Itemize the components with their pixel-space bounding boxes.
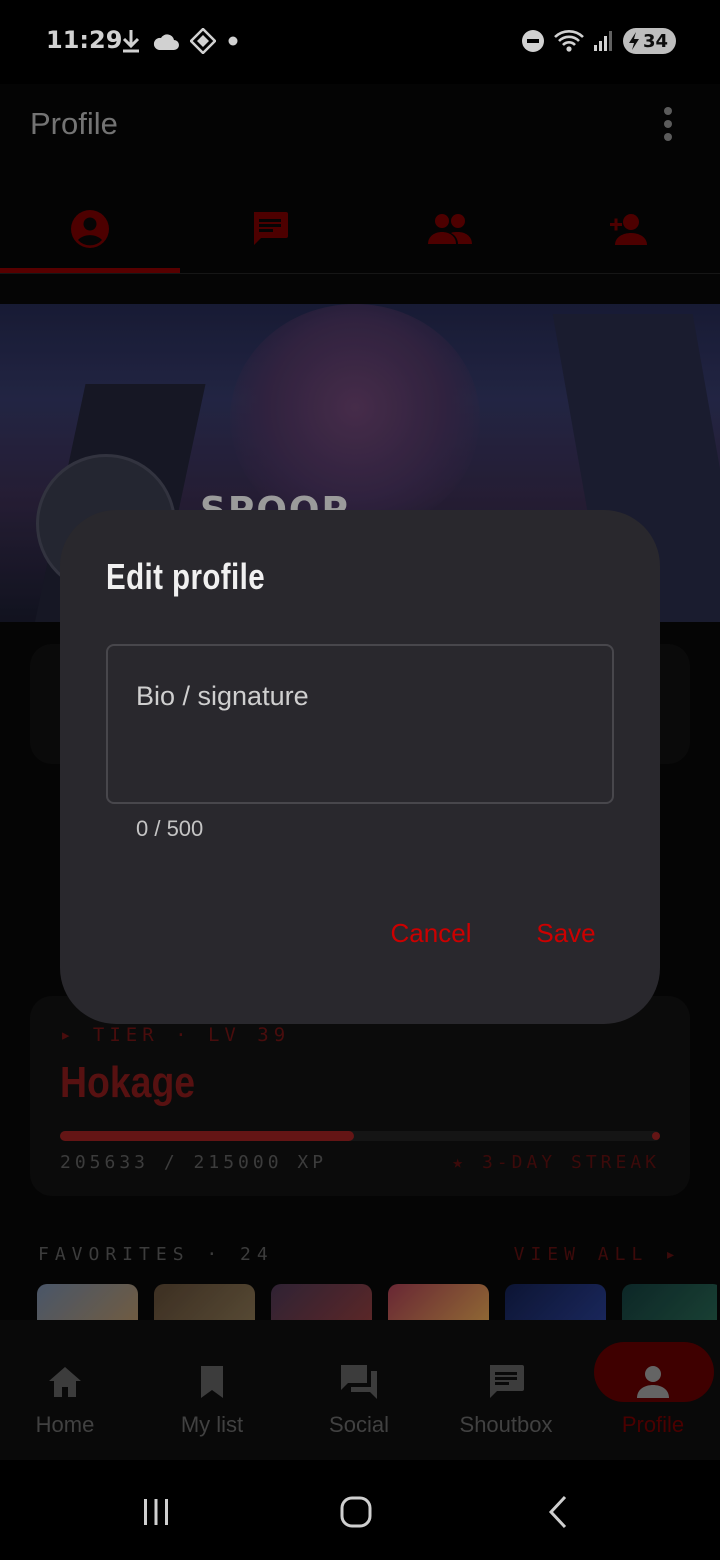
save-button[interactable]: Save — [516, 908, 616, 958]
home-button[interactable] — [326, 1482, 386, 1542]
bio-input[interactable] — [136, 676, 596, 716]
dialog-title: Edit profile — [106, 556, 266, 597]
recents-button[interactable] — [126, 1482, 186, 1542]
home-circle-icon — [340, 1496, 372, 1528]
edit-profile-dialog: Edit profile 0 / 500 Cancel Save — [60, 510, 660, 1024]
bio-field[interactable] — [106, 644, 614, 804]
char-counter: 0 / 500 — [136, 816, 204, 841]
back-button[interactable] — [528, 1482, 588, 1542]
system-navigation-bar — [0, 1460, 720, 1560]
recents-icon — [144, 1499, 168, 1525]
back-icon — [548, 1495, 567, 1529]
cancel-button[interactable]: Cancel — [366, 908, 496, 958]
